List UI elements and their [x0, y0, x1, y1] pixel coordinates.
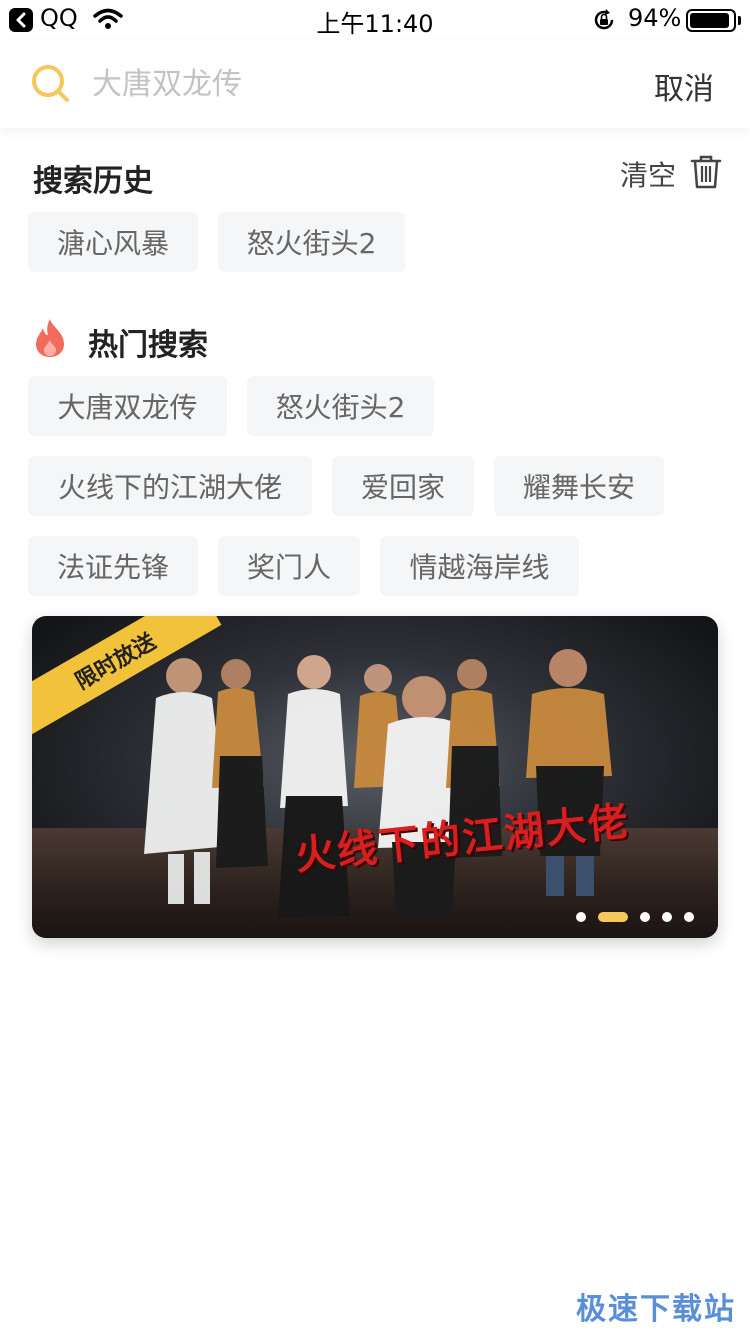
hot-search-chip[interactable]: 爱回家 [332, 456, 474, 516]
pagination-dot-active[interactable] [598, 912, 628, 922]
hot-search-chip[interactable]: 大唐双龙传 [28, 376, 227, 436]
clear-history-button[interactable]: 清空 [620, 155, 722, 193]
orientation-lock-icon [592, 8, 616, 36]
hot-search-chip[interactable]: 奖门人 [218, 536, 360, 596]
banner-pagination[interactable] [564, 912, 694, 922]
trash-icon [690, 155, 722, 193]
clear-history-label: 清空 [620, 159, 677, 192]
battery-icon [686, 9, 736, 32]
pagination-dot[interactable] [684, 912, 694, 922]
watermark-logo: 极速下载站 [576, 1292, 736, 1327]
history-chip[interactable]: 怒火街头2 [218, 212, 405, 272]
search-header: 取消 [0, 40, 750, 128]
pagination-dot[interactable] [662, 912, 672, 922]
hot-search-chip[interactable]: 耀舞长安 [494, 456, 664, 516]
hot-search-chip[interactable]: 情越海岸线 [380, 536, 579, 596]
pagination-dot[interactable] [640, 912, 650, 922]
battery-percent: 94% [628, 4, 682, 32]
battery-nub [738, 16, 741, 25]
promo-banner[interactable]: 限时放送 火线下的江湖大佬 [32, 616, 718, 938]
fire-icon [34, 318, 66, 362]
hot-search-chip[interactable]: 怒火街头2 [247, 376, 434, 436]
search-icon [31, 64, 71, 108]
pagination-dot[interactable] [576, 912, 586, 922]
history-chip[interactable]: 溏心风暴 [28, 212, 198, 272]
cancel-button[interactable]: 取消 [654, 64, 714, 108]
hot-search-chip[interactable]: 法证先锋 [28, 536, 198, 596]
search-history-title: 搜索历史 [33, 164, 153, 199]
hot-search-chip[interactable]: 火线下的江湖大佬 [28, 456, 312, 516]
hot-search-title: 热门搜索 [88, 328, 208, 363]
status-bar: QQ 上午11:40 94% [0, 0, 750, 40]
search-input[interactable] [92, 62, 612, 106]
